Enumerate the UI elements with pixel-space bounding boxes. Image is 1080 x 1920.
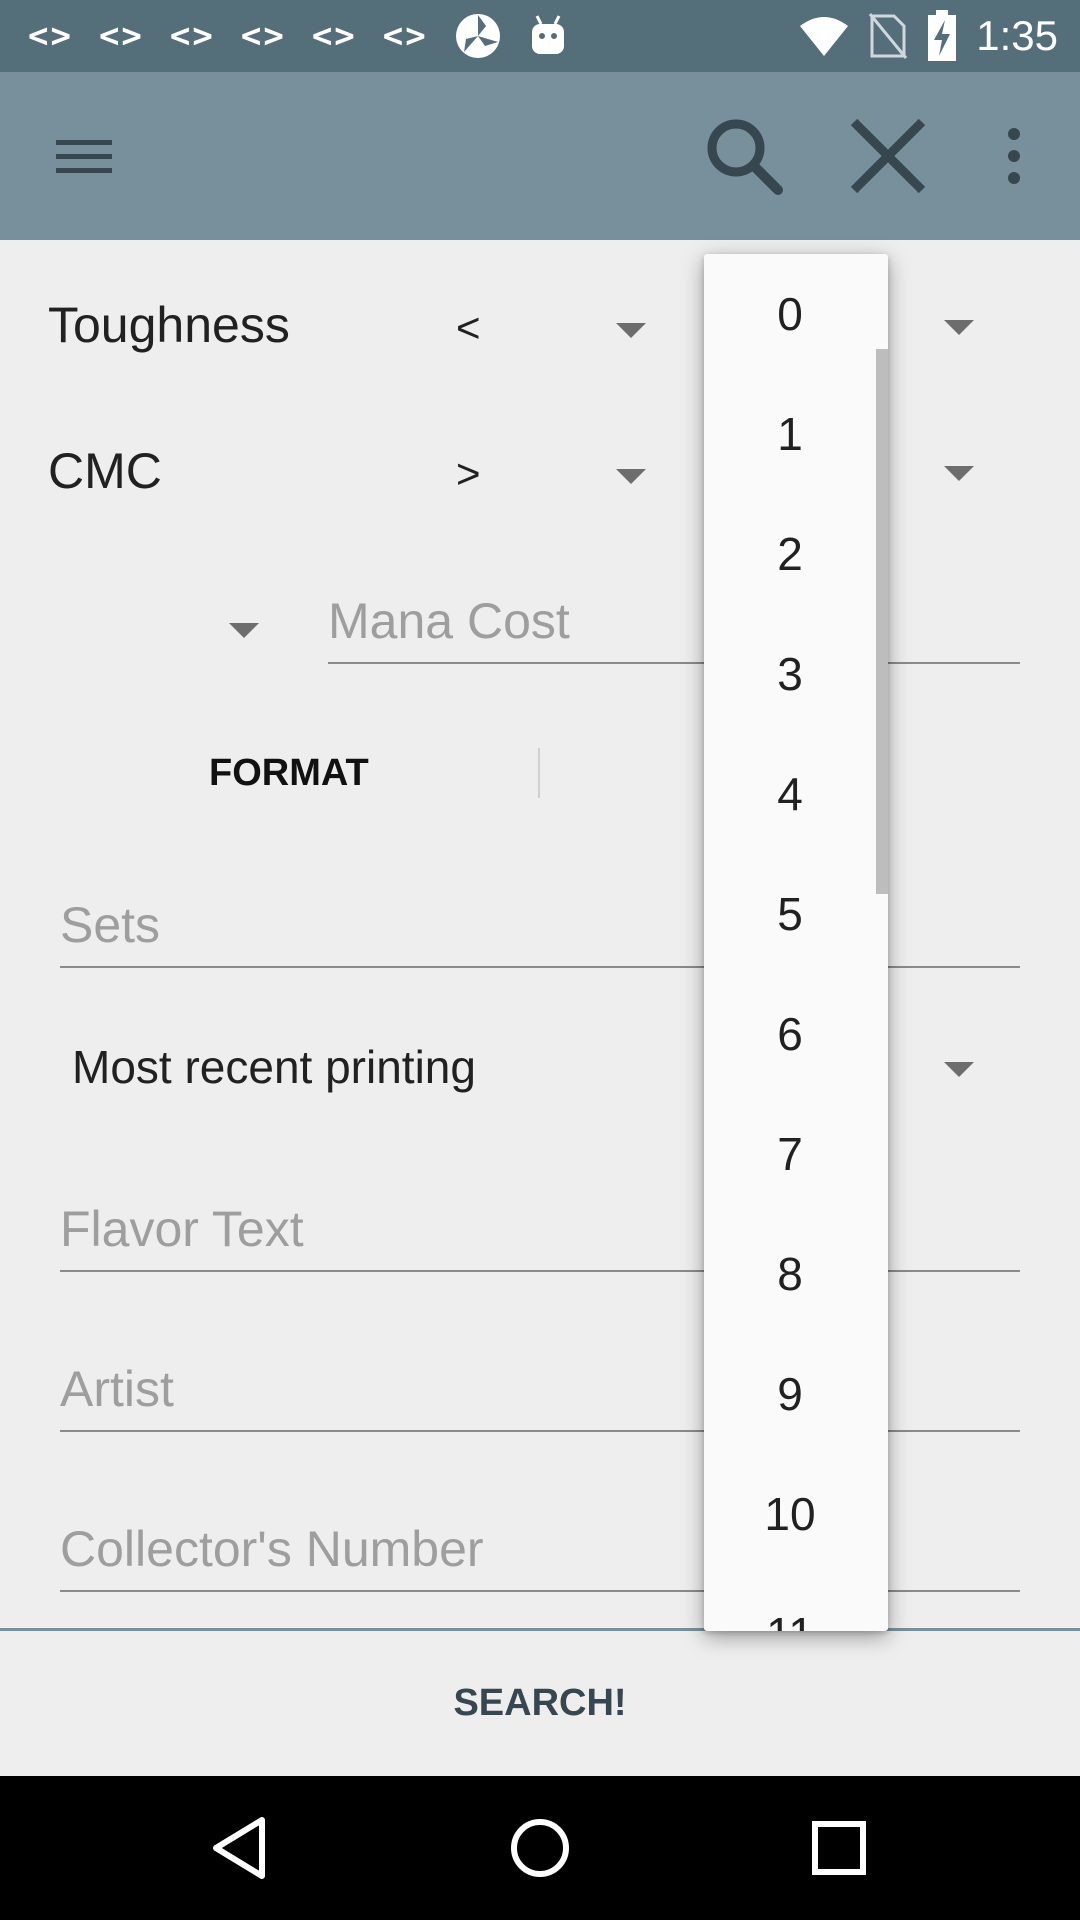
dropdown-item-3[interactable]: 3 [704, 614, 876, 734]
code-icon: <> [240, 16, 286, 56]
notification-icons: <> <> <> <> <> <> [28, 12, 568, 60]
button-divider [538, 748, 540, 798]
flavor-text-placeholder: Flavor Text [60, 1201, 304, 1257]
cmc-label: CMC [48, 443, 162, 499]
dropdown-item-6[interactable]: 6 [704, 974, 876, 1094]
dropdown-item-5[interactable]: 5 [704, 854, 876, 974]
dropdown-item-0[interactable]: 0 [704, 254, 876, 374]
back-icon[interactable] [200, 1806, 284, 1890]
artist-placeholder: Artist [60, 1361, 174, 1417]
printing-value: Most recent printing [72, 1041, 476, 1093]
mana-cost-placeholder: Mana Cost [328, 593, 570, 649]
pinwheel-icon [455, 14, 500, 58]
wifi-icon [800, 17, 849, 56]
code-icon: <> [28, 16, 73, 56]
search-button[interactable]: SEARCH! [0, 1631, 1080, 1776]
chevron-down-icon [944, 1062, 974, 1077]
toughness-label: Toughness [48, 297, 290, 353]
sets-placeholder: Sets [60, 897, 161, 953]
toughness-operator-spinner[interactable]: < [440, 290, 660, 370]
cmc-operator-value: > [456, 450, 481, 497]
no-sim-icon [869, 13, 908, 59]
toughness-value-chevron-down-icon[interactable] [944, 320, 974, 335]
clock: 1:35 [976, 12, 1058, 59]
cmc-value-chevron-down-icon[interactable] [944, 466, 974, 481]
code-icon: <> [98, 16, 144, 56]
collectors-number-placeholder: Collector's Number [60, 1521, 484, 1577]
navigation-bar [0, 1776, 1080, 1920]
dropdown-item-4[interactable]: 4 [704, 734, 876, 854]
android-icon [531, 15, 564, 54]
dropdown-scrollbar[interactable] [876, 349, 888, 894]
dropdown-item-1[interactable]: 1 [704, 374, 876, 494]
dropdown-item-8[interactable]: 8 [704, 1214, 876, 1334]
status-bar: <> <> <> <> <> <> 1:35 [0, 0, 1080, 72]
recents-icon[interactable] [797, 1806, 881, 1890]
close-icon[interactable] [844, 112, 932, 200]
dropdown-item-11[interactable]: 11 [704, 1574, 876, 1631]
chevron-down-icon [616, 469, 646, 484]
battery-charging-icon [928, 10, 957, 61]
code-icon: <> [311, 16, 357, 56]
dropdown-item-2[interactable]: 2 [704, 494, 876, 614]
home-icon[interactable] [498, 1806, 582, 1890]
toughness-operator-value: < [456, 304, 481, 351]
mana-cost-chevron-down-icon[interactable] [229, 623, 259, 638]
more-vert-icon[interactable] [970, 112, 1058, 200]
menu-icon[interactable] [40, 112, 128, 200]
code-icon: <> [382, 16, 428, 56]
dropdown-item-10[interactable]: 10 [704, 1454, 876, 1574]
format-button[interactable]: FORMAT [209, 752, 369, 795]
chevron-down-icon [616, 323, 646, 338]
search-form: Toughness < CMC > Mana Cost FORMAT Sets … [0, 240, 1080, 1630]
value-dropdown-menu: 0 1 2 3 4 5 6 7 8 9 10 11 [704, 254, 888, 1631]
code-icon: <> [169, 16, 215, 56]
dropdown-item-7[interactable]: 7 [704, 1094, 876, 1214]
mana-cost-field[interactable]: Mana Cost [328, 580, 1020, 664]
search-icon[interactable] [700, 112, 788, 200]
toolbar [0, 72, 1080, 240]
dropdown-item-9[interactable]: 9 [704, 1334, 876, 1454]
search-bar: SEARCH! [0, 1631, 1080, 1776]
system-status: 1:35 [798, 10, 1058, 62]
cmc-operator-spinner[interactable]: > [440, 436, 660, 516]
